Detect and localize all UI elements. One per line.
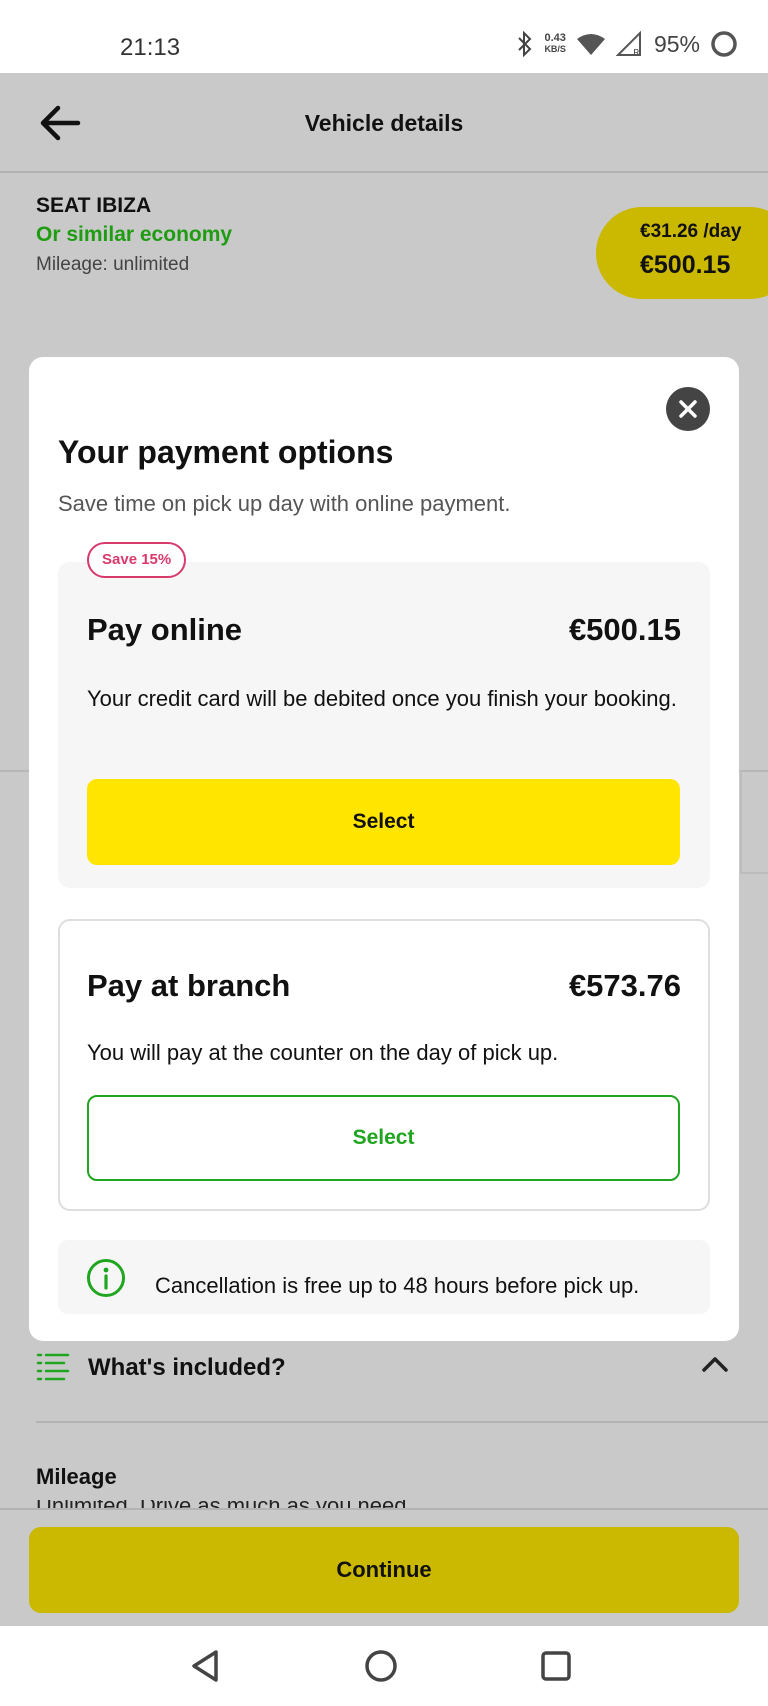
net-speed-value: 0.43 bbox=[544, 32, 566, 44]
triangle-back-icon bbox=[192, 1650, 218, 1682]
square-recents-icon bbox=[541, 1651, 571, 1681]
pay-online-select-button[interactable]: Select bbox=[87, 779, 680, 865]
price-per-day: €31.26 /day bbox=[640, 221, 742, 242]
wifi-icon bbox=[576, 34, 605, 55]
nav-home-button[interactable] bbox=[361, 1646, 401, 1686]
pay-online-option: Pay online €500.15 Your credit card will… bbox=[58, 562, 710, 888]
whats-included-header[interactable]: What's included? bbox=[36, 1348, 732, 1420]
page-title: Vehicle details bbox=[304, 110, 464, 136]
pay-at-branch-description: You will pay at the counter on the day o… bbox=[87, 1040, 559, 1065]
svg-text:R: R bbox=[633, 48, 640, 57]
continue-button[interactable]: Continue bbox=[29, 1527, 739, 1613]
whats-included-title: What's included? bbox=[88, 1354, 286, 1381]
price-pill: €31.26 /day €500.15 bbox=[596, 207, 768, 299]
pay-at-branch-price: €573.76 bbox=[568, 968, 681, 1003]
pay-online-price: €500.15 bbox=[568, 612, 681, 647]
cancellation-text: Cancellation is free up to 48 hours befo… bbox=[155, 1273, 640, 1298]
bluetooth-icon bbox=[518, 31, 532, 57]
info-icon bbox=[87, 1259, 125, 1297]
payment-options-modal: Your payment options Save time on pick u… bbox=[29, 357, 739, 1341]
circle-home-icon bbox=[365, 1650, 397, 1682]
mileage-description: Unlimited. Drive as much as you need bbox=[36, 1500, 407, 1508]
modal-subtitle: Save time on pick up day with online pay… bbox=[58, 491, 511, 516]
pay-at-branch-title: Pay at branch bbox=[87, 968, 291, 1003]
pay-at-branch-select-button[interactable]: Select bbox=[87, 1095, 680, 1181]
app-bar: Vehicle details bbox=[0, 73, 768, 173]
net-speed: 0.43 KB/S bbox=[544, 33, 566, 55]
vehicle-similar: Or similar economy bbox=[36, 223, 233, 246]
pay-at-branch-option: Pay at branch €573.76 You will pay at th… bbox=[58, 919, 710, 1211]
net-speed-unit: KB/S bbox=[544, 44, 566, 54]
status-icons: 0.43 KB/S R 95% bbox=[516, 30, 738, 58]
vehicle-mileage: Mileage: unlimited bbox=[36, 254, 190, 275]
status-bar: 21:13 0.43 KB/S R 95% bbox=[0, 0, 768, 73]
cancellation-info: Cancellation is free up to 48 hours befo… bbox=[58, 1240, 710, 1314]
nav-recents-button[interactable] bbox=[536, 1646, 576, 1686]
cell-signal-icon: R bbox=[615, 31, 641, 57]
battery-level: 95% bbox=[653, 30, 700, 57]
vehicle-name: SEAT IBIZA bbox=[36, 194, 152, 217]
modal-title: Your payment options bbox=[58, 434, 394, 470]
mileage-label: Mileage bbox=[36, 1464, 117, 1489]
price-total: €500.15 bbox=[640, 251, 731, 279]
close-button[interactable] bbox=[666, 387, 710, 431]
bottom-bar: Continue bbox=[0, 1508, 768, 1626]
list-icon bbox=[36, 1353, 70, 1381]
chevron-up-icon bbox=[702, 1357, 728, 1372]
pay-online-description: Your credit card will be debited once yo… bbox=[87, 686, 677, 711]
save-badge: Save 15% bbox=[87, 542, 187, 578]
battery-ring-icon bbox=[711, 31, 737, 57]
close-icon bbox=[679, 400, 697, 418]
pay-online-title: Pay online bbox=[87, 612, 243, 647]
status-time: 21:13 bbox=[120, 34, 181, 61]
nav-back-button[interactable] bbox=[186, 1646, 226, 1686]
system-nav-bar bbox=[0, 1626, 768, 1706]
background-card-edge bbox=[740, 770, 768, 874]
included-divider bbox=[36, 1421, 768, 1423]
